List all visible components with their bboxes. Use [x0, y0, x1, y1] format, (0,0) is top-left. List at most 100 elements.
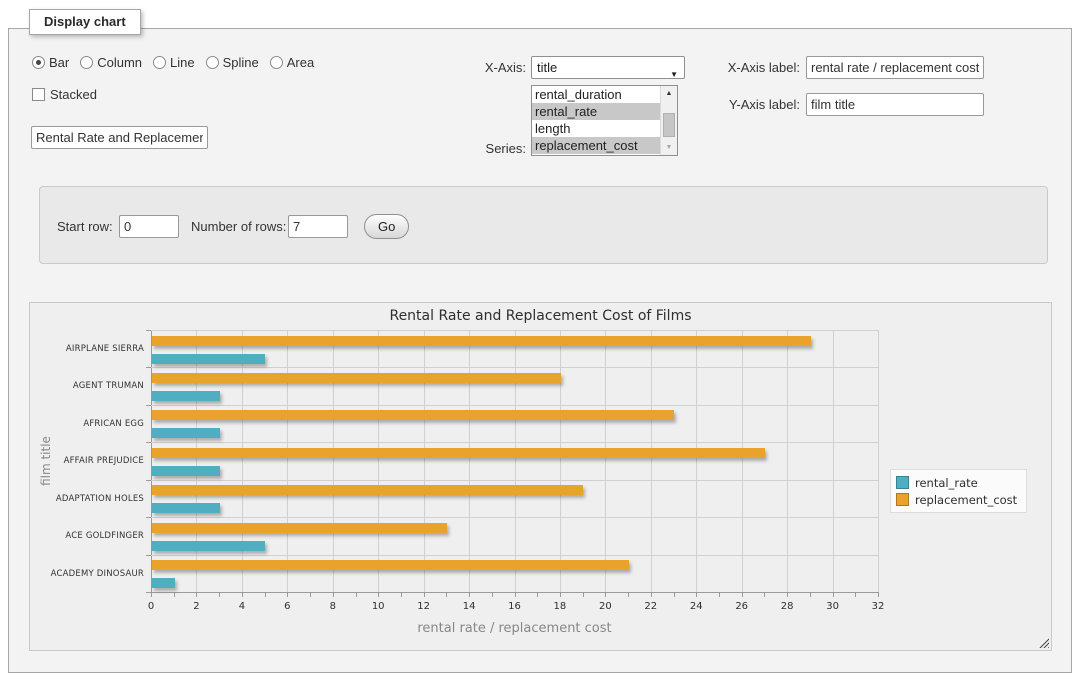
bar-replacement_cost: [152, 560, 629, 570]
gridline-horizontal: [151, 555, 878, 556]
category-label: AGENT TRUMAN: [73, 381, 144, 391]
category-label: AFFAIR PREJUDICE: [64, 456, 144, 466]
radio-label-column: Column: [97, 55, 142, 70]
series-option-replacement_cost[interactable]: replacement_cost: [532, 137, 660, 154]
xaxis-minor-tick: [583, 592, 584, 597]
bar-rental_rate: [152, 503, 220, 513]
xtick-label: 4: [227, 601, 257, 612]
bar-rental_rate: [152, 428, 220, 438]
chart-title-input[interactable]: [31, 126, 208, 149]
yaxis-label-input[interactable]: [806, 93, 984, 116]
gridline-vertical: [742, 330, 743, 592]
gridline-vertical: [560, 330, 561, 592]
xtick-label: 2: [181, 601, 211, 612]
xaxis-minor-tick: [696, 592, 697, 597]
go-button[interactable]: Go: [364, 214, 409, 239]
xaxis-minor-tick: [719, 592, 720, 597]
chart-panel: Rental Rate and Replacement Cost of Film…: [29, 302, 1052, 651]
xaxis-minor-tick: [287, 592, 288, 597]
series-option-rental_duration[interactable]: rental_duration: [532, 86, 660, 103]
xaxis-minor-tick: [242, 592, 243, 597]
bar-rental_rate: [152, 391, 220, 401]
xaxis-minor-tick: [810, 592, 811, 597]
scrollbar-thumb[interactable]: [663, 113, 675, 137]
radio-spline-icon[interactable]: [206, 56, 219, 69]
xaxis-label-input[interactable]: [806, 56, 984, 79]
radio-label-area: Area: [287, 55, 314, 70]
xaxis-minor-tick: [265, 592, 266, 597]
xaxis-minor-tick: [605, 592, 606, 597]
gridline-vertical: [833, 330, 834, 592]
gridline-vertical: [151, 330, 152, 592]
xaxis-minor-tick: [515, 592, 516, 597]
radio-area-icon[interactable]: [270, 56, 283, 69]
legend-item-replacement_cost: replacement_cost: [896, 491, 1017, 508]
start-row-input[interactable]: [119, 215, 179, 238]
gridline-vertical: [878, 330, 879, 592]
series-option-rental_rate[interactable]: rental_rate: [532, 103, 660, 120]
stacked-row[interactable]: Stacked: [32, 87, 97, 102]
radio-item-area[interactable]: Area: [270, 55, 314, 70]
gridline-vertical: [424, 330, 425, 592]
num-rows-label: Number of rows:: [191, 215, 286, 238]
series-listbox[interactable]: rental_durationrental_ratelengthreplacem…: [531, 85, 678, 156]
gridline-vertical: [333, 330, 334, 592]
xaxis-minor-tick: [196, 592, 197, 597]
radio-label-bar: Bar: [49, 55, 69, 70]
num-rows-input[interactable]: [288, 215, 348, 238]
bar-replacement_cost: [152, 410, 674, 420]
xaxis-minor-tick: [151, 592, 152, 597]
gridline-horizontal: [151, 330, 878, 331]
series-option-length[interactable]: length: [532, 120, 660, 137]
xaxis-minor-tick: [878, 592, 879, 597]
xtick-label: 22: [636, 601, 666, 612]
xaxis-minor-tick: [833, 592, 834, 597]
gridline-vertical: [651, 330, 652, 592]
yaxis-title: film title: [39, 436, 53, 486]
radio-line-icon[interactable]: [153, 56, 166, 69]
xtick-label: 16: [500, 601, 530, 612]
display-chart-tab: Display chart: [29, 9, 141, 35]
xaxis-minor-tick: [492, 592, 493, 597]
scroll-down-icon[interactable]: ▼: [661, 140, 677, 155]
xaxis-minor-tick: [742, 592, 743, 597]
xtick-label: 18: [545, 601, 575, 612]
xaxis-minor-tick: [787, 592, 788, 597]
stacked-checkbox[interactable]: [32, 88, 45, 101]
radio-label-line: Line: [170, 55, 195, 70]
xtick-label: 6: [272, 601, 302, 612]
bar-replacement_cost: [152, 373, 561, 383]
yaxis-tick: [146, 405, 151, 406]
radio-bar-icon[interactable]: [32, 56, 45, 69]
radio-item-bar[interactable]: Bar: [32, 55, 69, 70]
xtick-label: 0: [136, 601, 166, 612]
radio-item-spline[interactable]: Spline: [206, 55, 259, 70]
gridline-vertical: [605, 330, 606, 592]
radio-item-column[interactable]: Column: [80, 55, 142, 70]
xtick-label: 24: [681, 601, 711, 612]
xtick-label: 28: [772, 601, 802, 612]
radio-item-line[interactable]: Line: [153, 55, 195, 70]
legend-swatch-rental_rate: [896, 476, 909, 489]
resize-handle-icon[interactable]: [1038, 637, 1049, 648]
gridline-vertical: [515, 330, 516, 592]
gridline-horizontal: [151, 367, 878, 368]
yaxis-tick: [146, 555, 151, 556]
radio-column-icon[interactable]: [80, 56, 93, 69]
bar-replacement_cost: [152, 336, 811, 346]
series-caption: Series:: [389, 137, 526, 160]
xtick-label: 20: [590, 601, 620, 612]
xaxis-minor-tick: [764, 592, 765, 597]
gridline-vertical: [696, 330, 697, 592]
category-label: AFRICAN EGG: [83, 419, 144, 429]
yaxis-tick: [146, 367, 151, 368]
gridline-horizontal: [151, 517, 878, 518]
gridline-horizontal: [151, 480, 878, 481]
xtick-label: 8: [318, 601, 348, 612]
bar-replacement_cost: [152, 485, 583, 495]
xaxis-minor-tick: [424, 592, 425, 597]
xtick-label: 10: [363, 601, 393, 612]
chart-title: Rental Rate and Replacement Cost of Film…: [30, 308, 1051, 324]
bar-rental_rate: [152, 354, 265, 364]
yaxis-tick: [146, 442, 151, 443]
